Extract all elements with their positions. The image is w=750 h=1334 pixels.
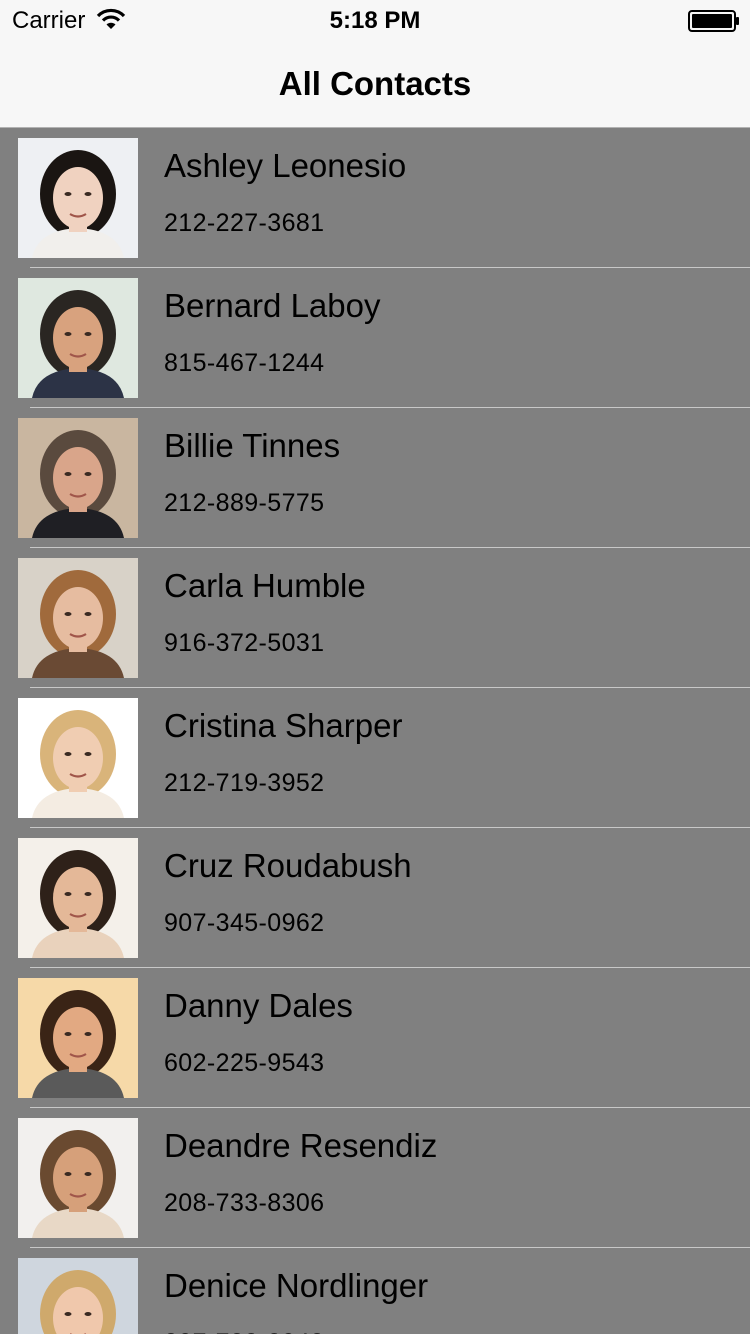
- contact-row[interactable]: Danny Dales 602-225-9543: [0, 968, 750, 1108]
- contact-avatar: [18, 1258, 138, 1334]
- contact-name: Billie Tinnes: [164, 427, 341, 464]
- contact-phone: 212-889-5775: [164, 489, 325, 517]
- battery-icon: [688, 10, 740, 32]
- contact-row[interactable]: Bernard Laboy 815-467-1244: [0, 268, 750, 408]
- contact-row[interactable]: Deandre Resendiz 208-733-8306: [0, 1108, 750, 1248]
- contact-phone: 815-467-1244: [164, 349, 325, 377]
- contact-avatar: [18, 138, 138, 258]
- contact-name: Danny Dales: [164, 987, 353, 1024]
- contact-avatar: [18, 978, 138, 1098]
- contact-name: Ashley Leonesio: [164, 147, 407, 184]
- contact-row[interactable]: Cruz Roudabush 907-345-0962: [0, 828, 750, 968]
- contact-name: Bernard Laboy: [164, 287, 381, 324]
- contact-row[interactable]: Carla Humble 916-372-5031: [0, 548, 750, 688]
- contact-name: Deandre Resendiz: [164, 1127, 438, 1164]
- contact-phone: 212-719-3952: [164, 769, 325, 797]
- contact-phone: 907-345-0962: [164, 909, 325, 937]
- page-title: All Contacts: [278, 65, 472, 102]
- contact-row[interactable]: Ashley Leonesio 212-227-3681: [0, 128, 750, 268]
- contact-row[interactable]: Cristina Sharper 212-719-3952: [0, 688, 750, 828]
- contact-avatar: [18, 278, 138, 398]
- contact-avatar: [18, 418, 138, 538]
- contact-avatar: [18, 698, 138, 818]
- contact-phone: 916-372-5031: [164, 629, 325, 657]
- contact-phone: 602-225-9543: [164, 1049, 325, 1077]
- contact-name: Cristina Sharper: [164, 707, 403, 744]
- contact-phone: 212-227-3681: [164, 209, 325, 237]
- contact-avatar: [18, 838, 138, 958]
- contact-list[interactable]: Ashley Leonesio 212-227-3681 Bernard Laboy…: [0, 128, 750, 1334]
- contact-row[interactable]: Billie Tinnes 212-889-5775: [0, 408, 750, 548]
- contact-phone: 208-733-8306: [164, 1189, 325, 1217]
- contact-name: Cruz Roudabush: [164, 847, 412, 884]
- contact-avatar: [18, 1118, 138, 1238]
- contact-avatar: [18, 558, 138, 678]
- contact-name: Denice Nordlinger: [164, 1267, 429, 1304]
- clock-time: 5:18 PM: [329, 7, 421, 34]
- navigation-bar: All Contacts: [0, 40, 750, 128]
- status-bar: Carrier 5:18 PM: [0, 0, 750, 40]
- contact-phone: 307-733-3943: [164, 1329, 325, 1334]
- contact-row[interactable]: Denice Nordlinger 307-733-3943: [0, 1248, 750, 1334]
- contact-name: Carla Humble: [164, 567, 366, 604]
